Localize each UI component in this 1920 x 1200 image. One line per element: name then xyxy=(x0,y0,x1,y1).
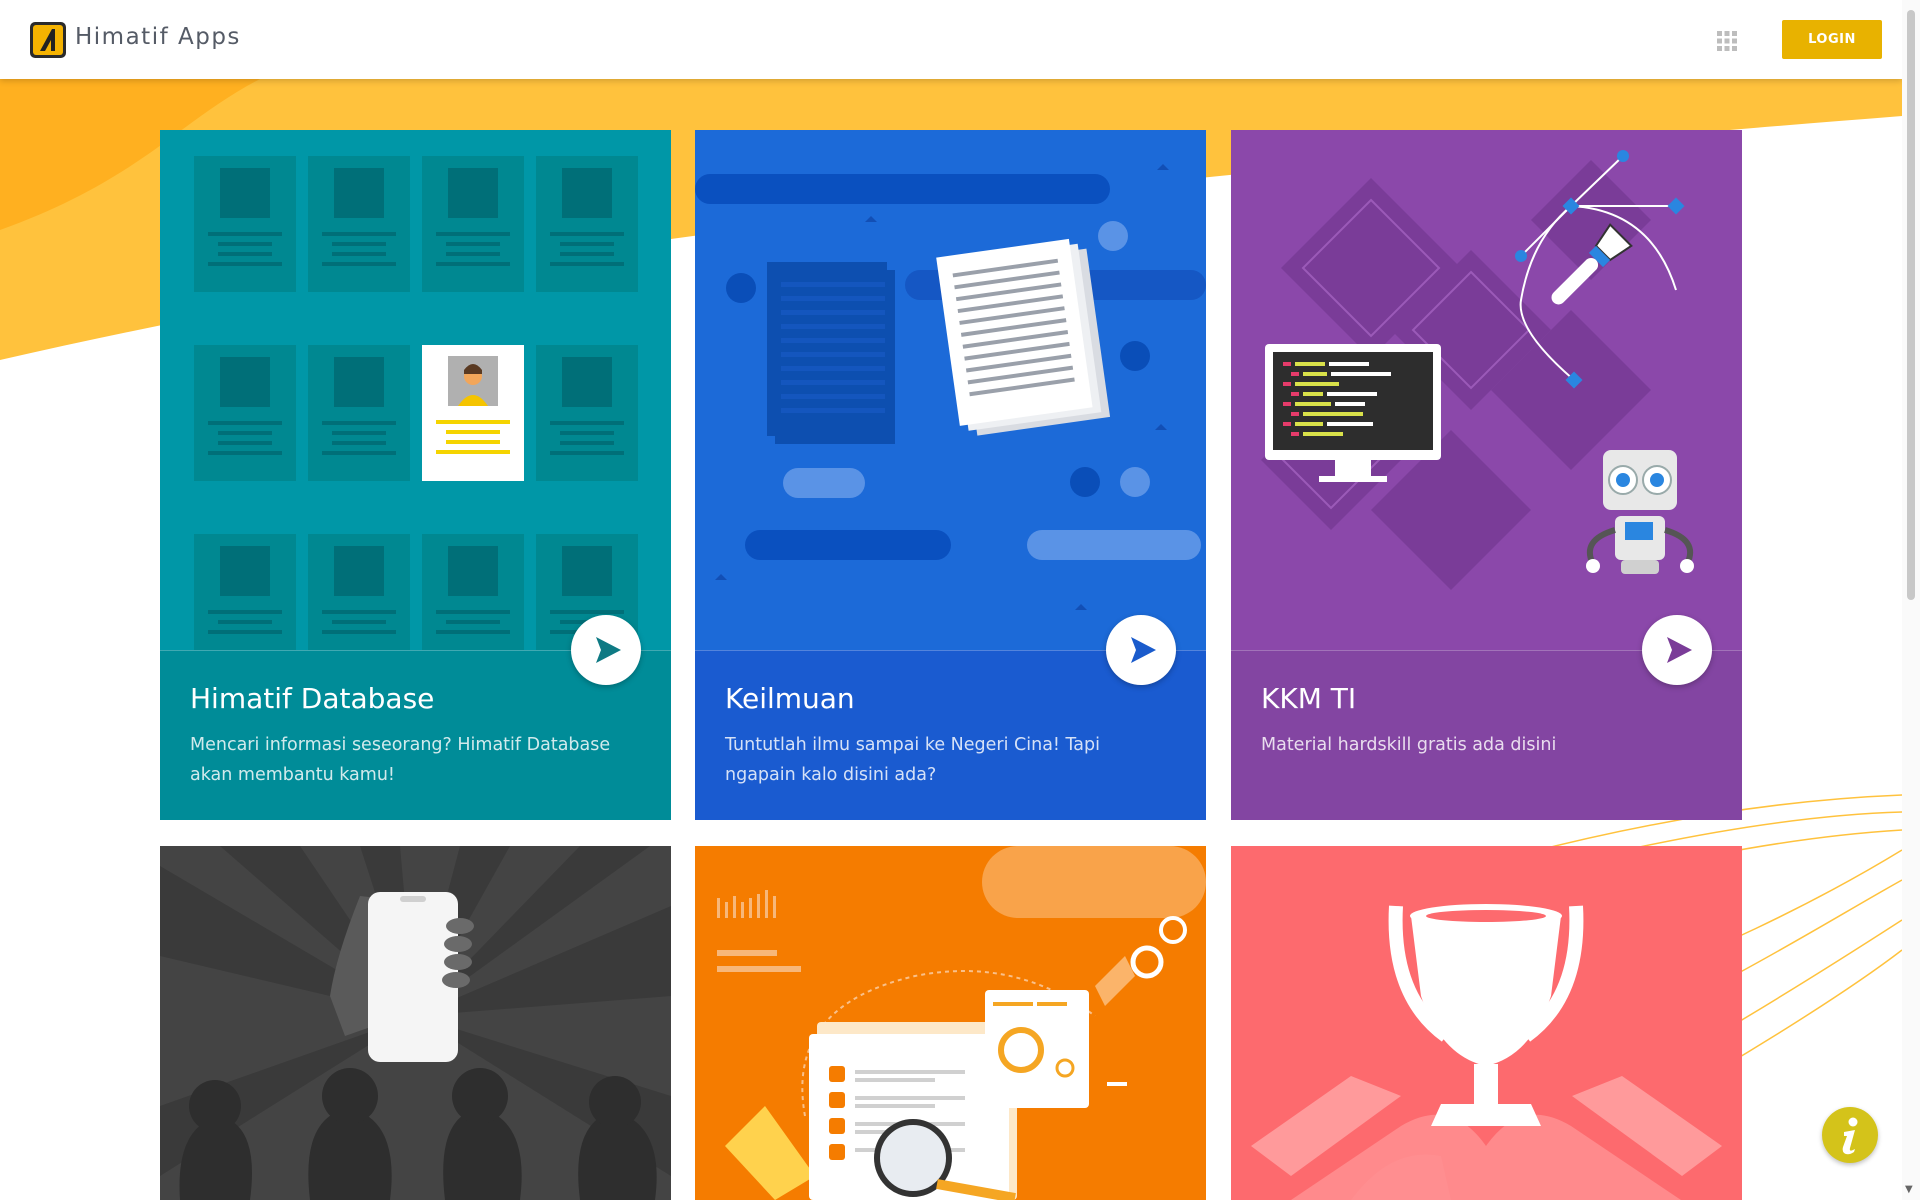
login-button[interactable]: LOGIN xyxy=(1782,20,1882,59)
info-icon xyxy=(1842,1117,1858,1155)
kkm-illustration xyxy=(1231,130,1742,650)
card-mobile[interactable] xyxy=(160,846,671,1200)
scroll-down-arrow-icon[interactable]: ▼ xyxy=(1905,1184,1913,1195)
trophy-illustration xyxy=(1231,846,1742,1200)
card-title: Himatif Database xyxy=(190,682,435,715)
card-kkm-ti[interactable]: KKM TI Material hardskill gratis ada dis… xyxy=(1231,130,1742,820)
card-title: KKM TI xyxy=(1261,682,1357,715)
card-achievement[interactable] xyxy=(1231,846,1742,1200)
analytics-illustration xyxy=(695,846,1206,1200)
card-analytics[interactable] xyxy=(695,846,1206,1200)
scrollbar-thumb[interactable] xyxy=(1907,10,1915,600)
play-button[interactable] xyxy=(571,615,641,685)
card-description: Material hardskill gratis ada disini xyxy=(1261,735,1557,755)
card-description: Tuntutlah ilmu sampai ke Negeri Cina! Ta… xyxy=(725,735,1100,785)
mobile-illustration xyxy=(160,846,671,1200)
play-icon xyxy=(596,637,621,663)
play-button[interactable] xyxy=(1106,615,1176,685)
card-keilmuan[interactable]: Keilmuan Tuntutlah ilmu sampai ke Negeri… xyxy=(695,130,1206,820)
play-icon xyxy=(1667,637,1692,663)
play-button[interactable] xyxy=(1642,615,1712,685)
top-app-bar: Himatif Apps LOGIN xyxy=(0,0,1902,79)
app-title: Himatif Apps xyxy=(75,24,241,50)
card-himatif-database[interactable]: Himatif Database Mencari informasi seseo… xyxy=(160,130,671,820)
play-icon xyxy=(1131,637,1156,663)
database-illustration xyxy=(160,130,671,650)
keilmuan-illustration xyxy=(695,130,1206,650)
logo-icon[interactable] xyxy=(30,22,66,58)
card-description: Mencari informasi seseorang? Himatif Dat… xyxy=(190,735,611,785)
card-title: Keilmuan xyxy=(725,682,855,715)
apps-grid-icon[interactable] xyxy=(1716,30,1738,52)
info-fab[interactable] xyxy=(1822,1107,1878,1163)
